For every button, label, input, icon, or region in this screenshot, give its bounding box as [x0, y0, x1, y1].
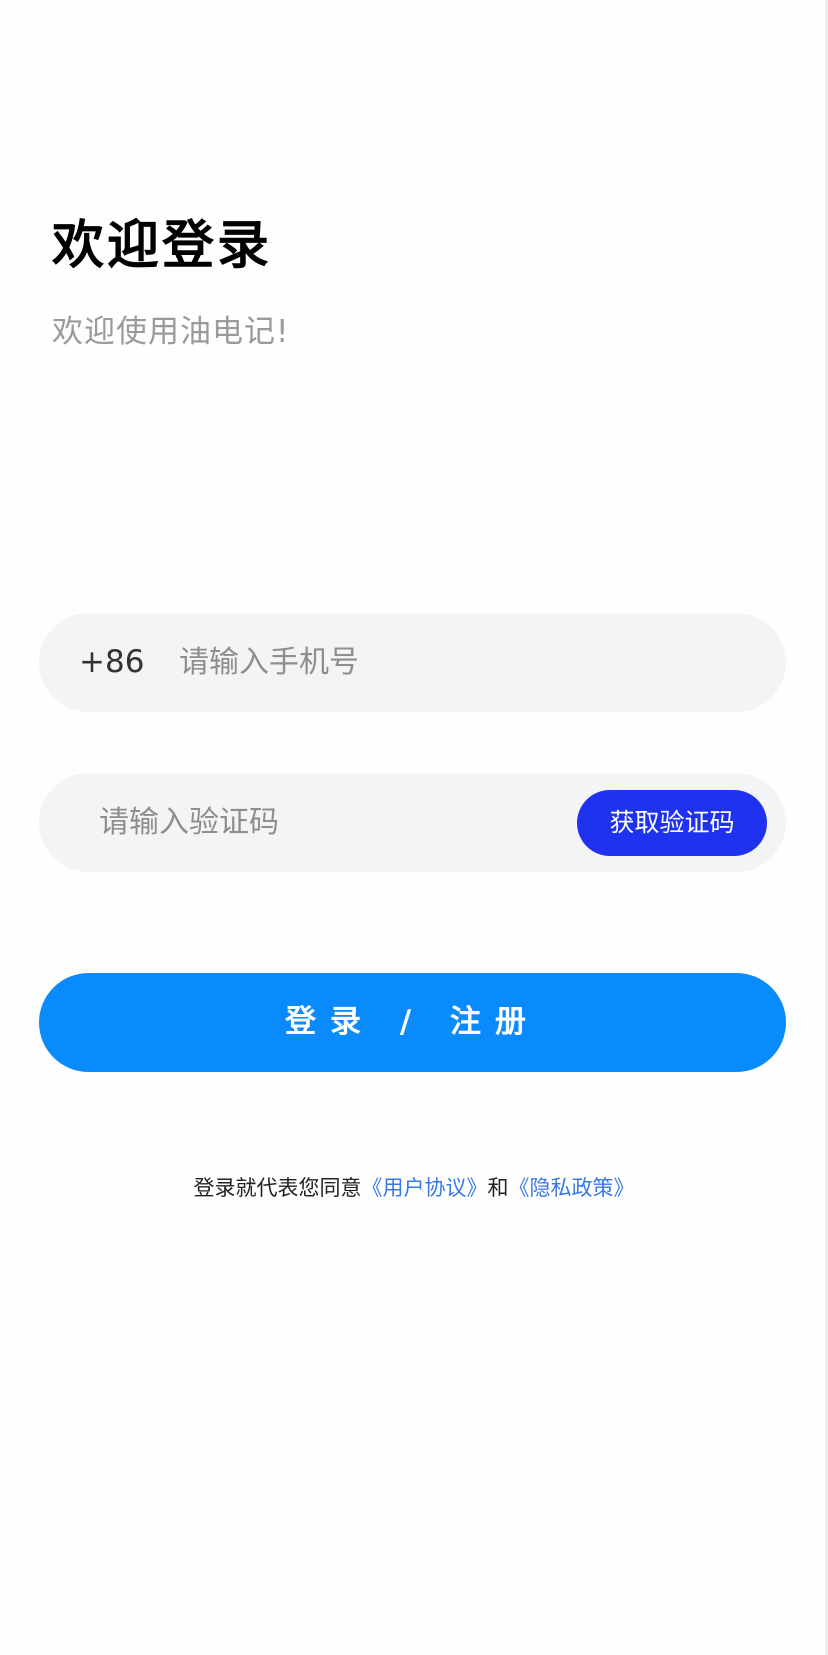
- verification-code-input[interactable]: [99, 773, 569, 872]
- phone-input[interactable]: [179, 613, 739, 712]
- login-register-button[interactable]: 登录 / 注册: [39, 973, 786, 1072]
- country-code[interactable]: +86: [79, 613, 144, 712]
- page-subtitle: 欢迎使用油电记!: [52, 314, 290, 350]
- login-screen: 欢迎登录 欢迎使用油电记! +86 获取验证码 登录 / 注册 登录就代表您同意…: [0, 0, 828, 1655]
- agreement-conjunction: 和: [487, 1176, 509, 1200]
- privacy-policy-link[interactable]: 《隐私政策》: [509, 1176, 635, 1200]
- page-title: 欢迎登录: [52, 216, 273, 276]
- agreement-text: 登录就代表您同意《用户协议》和《隐私政策》: [0, 1170, 828, 1206]
- verification-code-field: 获取验证码: [39, 773, 786, 872]
- phone-field: +86: [39, 613, 786, 712]
- get-code-button[interactable]: 获取验证码: [577, 790, 767, 856]
- user-agreement-link[interactable]: 《用户协议》: [362, 1176, 488, 1200]
- agreement-prefix: 登录就代表您同意: [193, 1176, 362, 1200]
